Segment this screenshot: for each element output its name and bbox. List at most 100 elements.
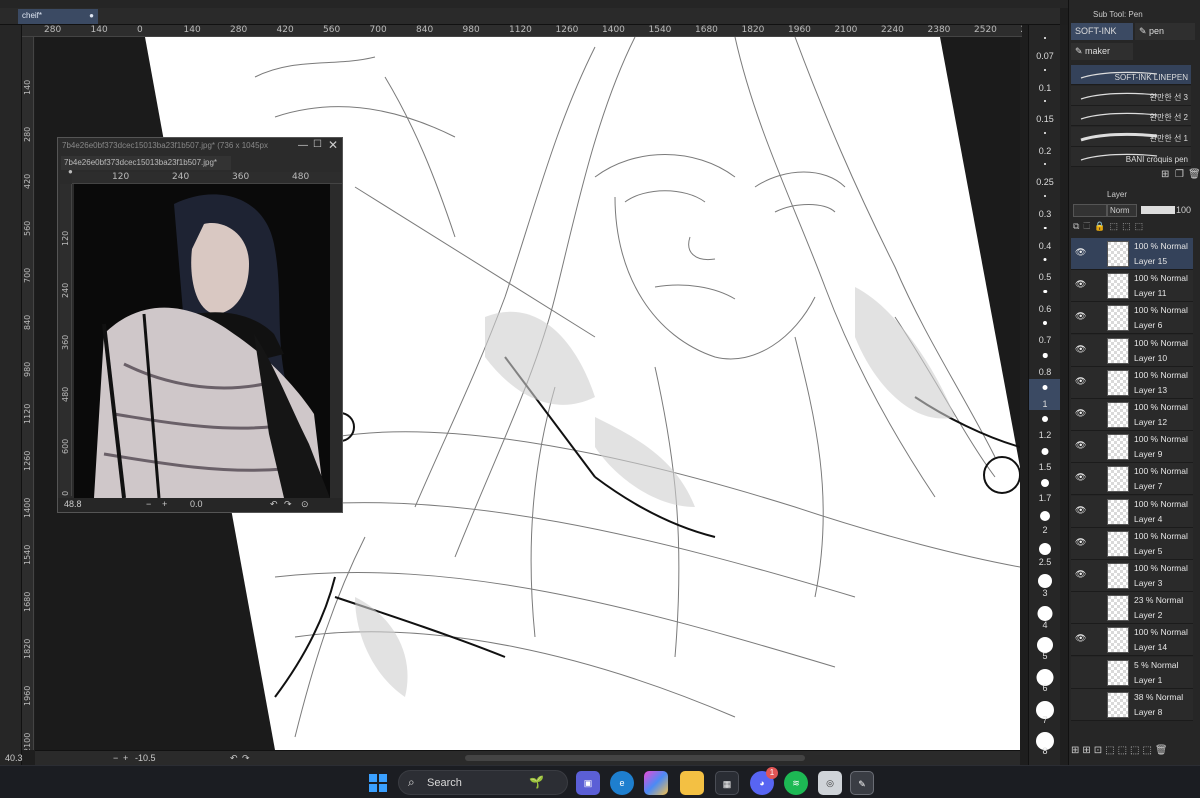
layer-row[interactable]: 👁 100 % Normal Layer 7: [1071, 463, 1193, 496]
clip-studio-icon[interactable]: ✎: [850, 771, 874, 795]
store-icon[interactable]: ▦: [715, 771, 739, 795]
brush-size-item[interactable]: 0.7: [1029, 315, 1061, 346]
brush-size-item[interactable]: 0.3: [1029, 189, 1061, 220]
layer-row[interactable]: 23 % Normal Layer 2: [1071, 592, 1193, 625]
visibility-eye-icon[interactable]: 👁: [1075, 344, 1086, 354]
stroke-preset-item[interactable]: 완만한 선 3: [1071, 85, 1191, 106]
brush-size-item[interactable]: 0.25: [1029, 157, 1061, 188]
document-tab[interactable]: cheif* ●: [18, 9, 98, 24]
canvas-zoom-value[interactable]: 40.3: [5, 753, 23, 763]
edge-icon[interactable]: e: [610, 771, 634, 795]
spotify-icon[interactable]: ≋: [784, 771, 808, 795]
layer-row[interactable]: 👁 100 % Normal Layer 14: [1071, 624, 1193, 657]
layer-row[interactable]: 👁 100 % Normal Layer 13: [1071, 366, 1193, 399]
layer-row[interactable]: 👁 100 % Normal Layer 10: [1071, 334, 1193, 367]
zoom-out-button[interactable]: −: [146, 499, 151, 509]
rotate-left-icon[interactable]: ↶: [230, 753, 238, 764]
blend-mode-select[interactable]: Norm: [1107, 204, 1137, 217]
copilot-icon[interactable]: [644, 771, 668, 795]
stroke-preset-item[interactable]: 완만한 선 1: [1071, 126, 1191, 147]
brush-size-item[interactable]: 0.4: [1029, 221, 1061, 252]
zoom-in-button[interactable]: +: [162, 499, 167, 509]
add-subtool-icon[interactable]: ⊞: [1161, 169, 1169, 180]
delete-subtool-icon[interactable]: 🗑: [1188, 169, 1200, 180]
copy-subtool-icon[interactable]: ❐: [1175, 169, 1184, 180]
visibility-eye-icon[interactable]: [1075, 601, 1085, 611]
brush-size-item[interactable]: 3: [1029, 568, 1061, 599]
opacity-slider[interactable]: [1141, 206, 1175, 214]
layer-row[interactable]: 👁 100 % Normal Layer 12: [1071, 399, 1193, 431]
subtool-tab-maker[interactable]: ✎ maker: [1071, 43, 1133, 60]
rotate-left-icon[interactable]: ↶: [270, 499, 278, 510]
brush-size-item[interactable]: 0.8: [1029, 347, 1061, 378]
layer-row[interactable]: 👁 100 % Normal Layer 3: [1071, 560, 1193, 592]
start-button[interactable]: [366, 771, 390, 795]
layer-row[interactable]: 38 % Normal Layer 8: [1071, 688, 1193, 721]
brush-size-item[interactable]: 0.07: [1029, 31, 1061, 62]
rotate-right-icon[interactable]: ↷: [284, 499, 292, 510]
brush-size-item[interactable]: 6: [1029, 663, 1061, 694]
layer-color-box[interactable]: [1073, 204, 1107, 217]
brush-size-item[interactable]: 1: [1029, 378, 1061, 410]
layer-tool-icons[interactable]: ⧉⬚🔒⬚⬚⬚: [1073, 221, 1195, 235]
visibility-eye-icon[interactable]: 👁: [1075, 505, 1086, 515]
zoom-out-button[interactable]: −: [113, 753, 118, 763]
teams-icon[interactable]: ▣: [576, 771, 600, 795]
brush-size-item[interactable]: 7: [1029, 695, 1061, 726]
close-icon[interactable]: ✕: [328, 138, 338, 152]
brush-size-item[interactable]: 1.5: [1029, 442, 1061, 473]
layer-row[interactable]: 👁 100 % Normal Layer 4: [1071, 495, 1193, 528]
visibility-eye-icon[interactable]: 👁: [1075, 633, 1086, 643]
reference-window[interactable]: 7b4e26e0bf373dcec15013ba23f1b507.jpg* (7…: [57, 137, 343, 513]
visibility-eye-icon[interactable]: 👁: [1075, 472, 1086, 482]
brush-size-item[interactable]: 4: [1029, 600, 1061, 631]
brush-size-item[interactable]: 0.15: [1029, 94, 1061, 125]
brush-size-item[interactable]: 8: [1029, 726, 1061, 757]
reference-zoom-value[interactable]: 48.8: [64, 499, 82, 509]
stroke-preset-item[interactable]: BANI croquis pen: [1071, 147, 1191, 167]
visibility-eye-icon[interactable]: 👁: [1075, 376, 1086, 386]
reference-tab[interactable]: 7b4e26e0bf373dcec15013ba23f1b507.jpg* ●: [61, 156, 231, 176]
layer-row[interactable]: 👁 100 % Normal Layer 9: [1071, 431, 1193, 464]
discord-icon[interactable]: ◕ 1: [750, 767, 778, 795]
brush-size-item[interactable]: 0.2: [1029, 126, 1061, 157]
zoom-in-button[interactable]: +: [123, 753, 128, 763]
brush-palette-scrollbar[interactable]: [1060, 25, 1068, 765]
brush-size-item[interactable]: 0.6: [1029, 284, 1061, 315]
layer-row[interactable]: 👁 100 % Normal Layer 5: [1071, 527, 1193, 560]
visibility-eye-icon[interactable]: [1075, 666, 1085, 676]
horizontal-scrollbar[interactable]: [465, 755, 805, 761]
visibility-eye-icon[interactable]: 👁: [1075, 311, 1086, 321]
layer-row[interactable]: 👁 100 % Normal Layer 6: [1071, 302, 1193, 335]
subtool-tab-pen[interactable]: ✎ pen: [1135, 23, 1195, 40]
brush-size-item[interactable]: 1.2: [1029, 410, 1061, 441]
file-explorer-icon[interactable]: [680, 771, 704, 795]
visibility-eye-icon[interactable]: 👁: [1075, 279, 1086, 289]
brush-size-item[interactable]: 0.1: [1029, 63, 1061, 94]
reference-angle-value[interactable]: 0.0: [190, 499, 203, 509]
stroke-preset-item[interactable]: SOFT-INK LINEPEN: [1071, 65, 1191, 85]
visibility-eye-icon[interactable]: 👁: [1075, 247, 1086, 257]
layer-row[interactable]: 👁 100 % Normal Layer 11: [1071, 270, 1193, 303]
maximize-icon[interactable]: ☐: [313, 139, 322, 150]
app-icon[interactable]: ◎: [818, 771, 842, 795]
visibility-eye-icon[interactable]: [1075, 698, 1085, 708]
layer-footer-icons[interactable]: ⊞⊞⊡⬚⬚⬚⬚🗑: [1071, 745, 1197, 763]
brush-size-item[interactable]: 2.5: [1029, 537, 1061, 568]
visibility-eye-icon[interactable]: 👁: [1075, 537, 1086, 547]
layer-row[interactable]: 5 % Normal Layer 1: [1071, 656, 1193, 689]
taskbar-search[interactable]: ⌕ Search 🌱: [398, 770, 568, 795]
layer-row[interactable]: 👁 100 % Normal Layer 15: [1071, 238, 1193, 270]
visibility-eye-icon[interactable]: 👁: [1075, 408, 1086, 418]
reset-rotation-icon[interactable]: ⊙: [301, 499, 309, 510]
brush-size-item[interactable]: 5: [1029, 631, 1061, 662]
minimize-icon[interactable]: —: [298, 140, 308, 151]
brush-size-item[interactable]: 0.5: [1029, 252, 1061, 283]
visibility-eye-icon[interactable]: 👁: [1075, 569, 1086, 579]
stroke-preset-item[interactable]: 완만한 선 2: [1071, 106, 1191, 126]
rotate-right-icon[interactable]: ↷: [242, 753, 250, 764]
brush-size-item[interactable]: 1.7: [1029, 473, 1061, 504]
subtool-tab-soft-ink[interactable]: SOFT-INK: [1071, 23, 1133, 40]
brush-size-item[interactable]: 2: [1029, 505, 1061, 536]
canvas-angle-value[interactable]: -10.5: [135, 753, 156, 763]
